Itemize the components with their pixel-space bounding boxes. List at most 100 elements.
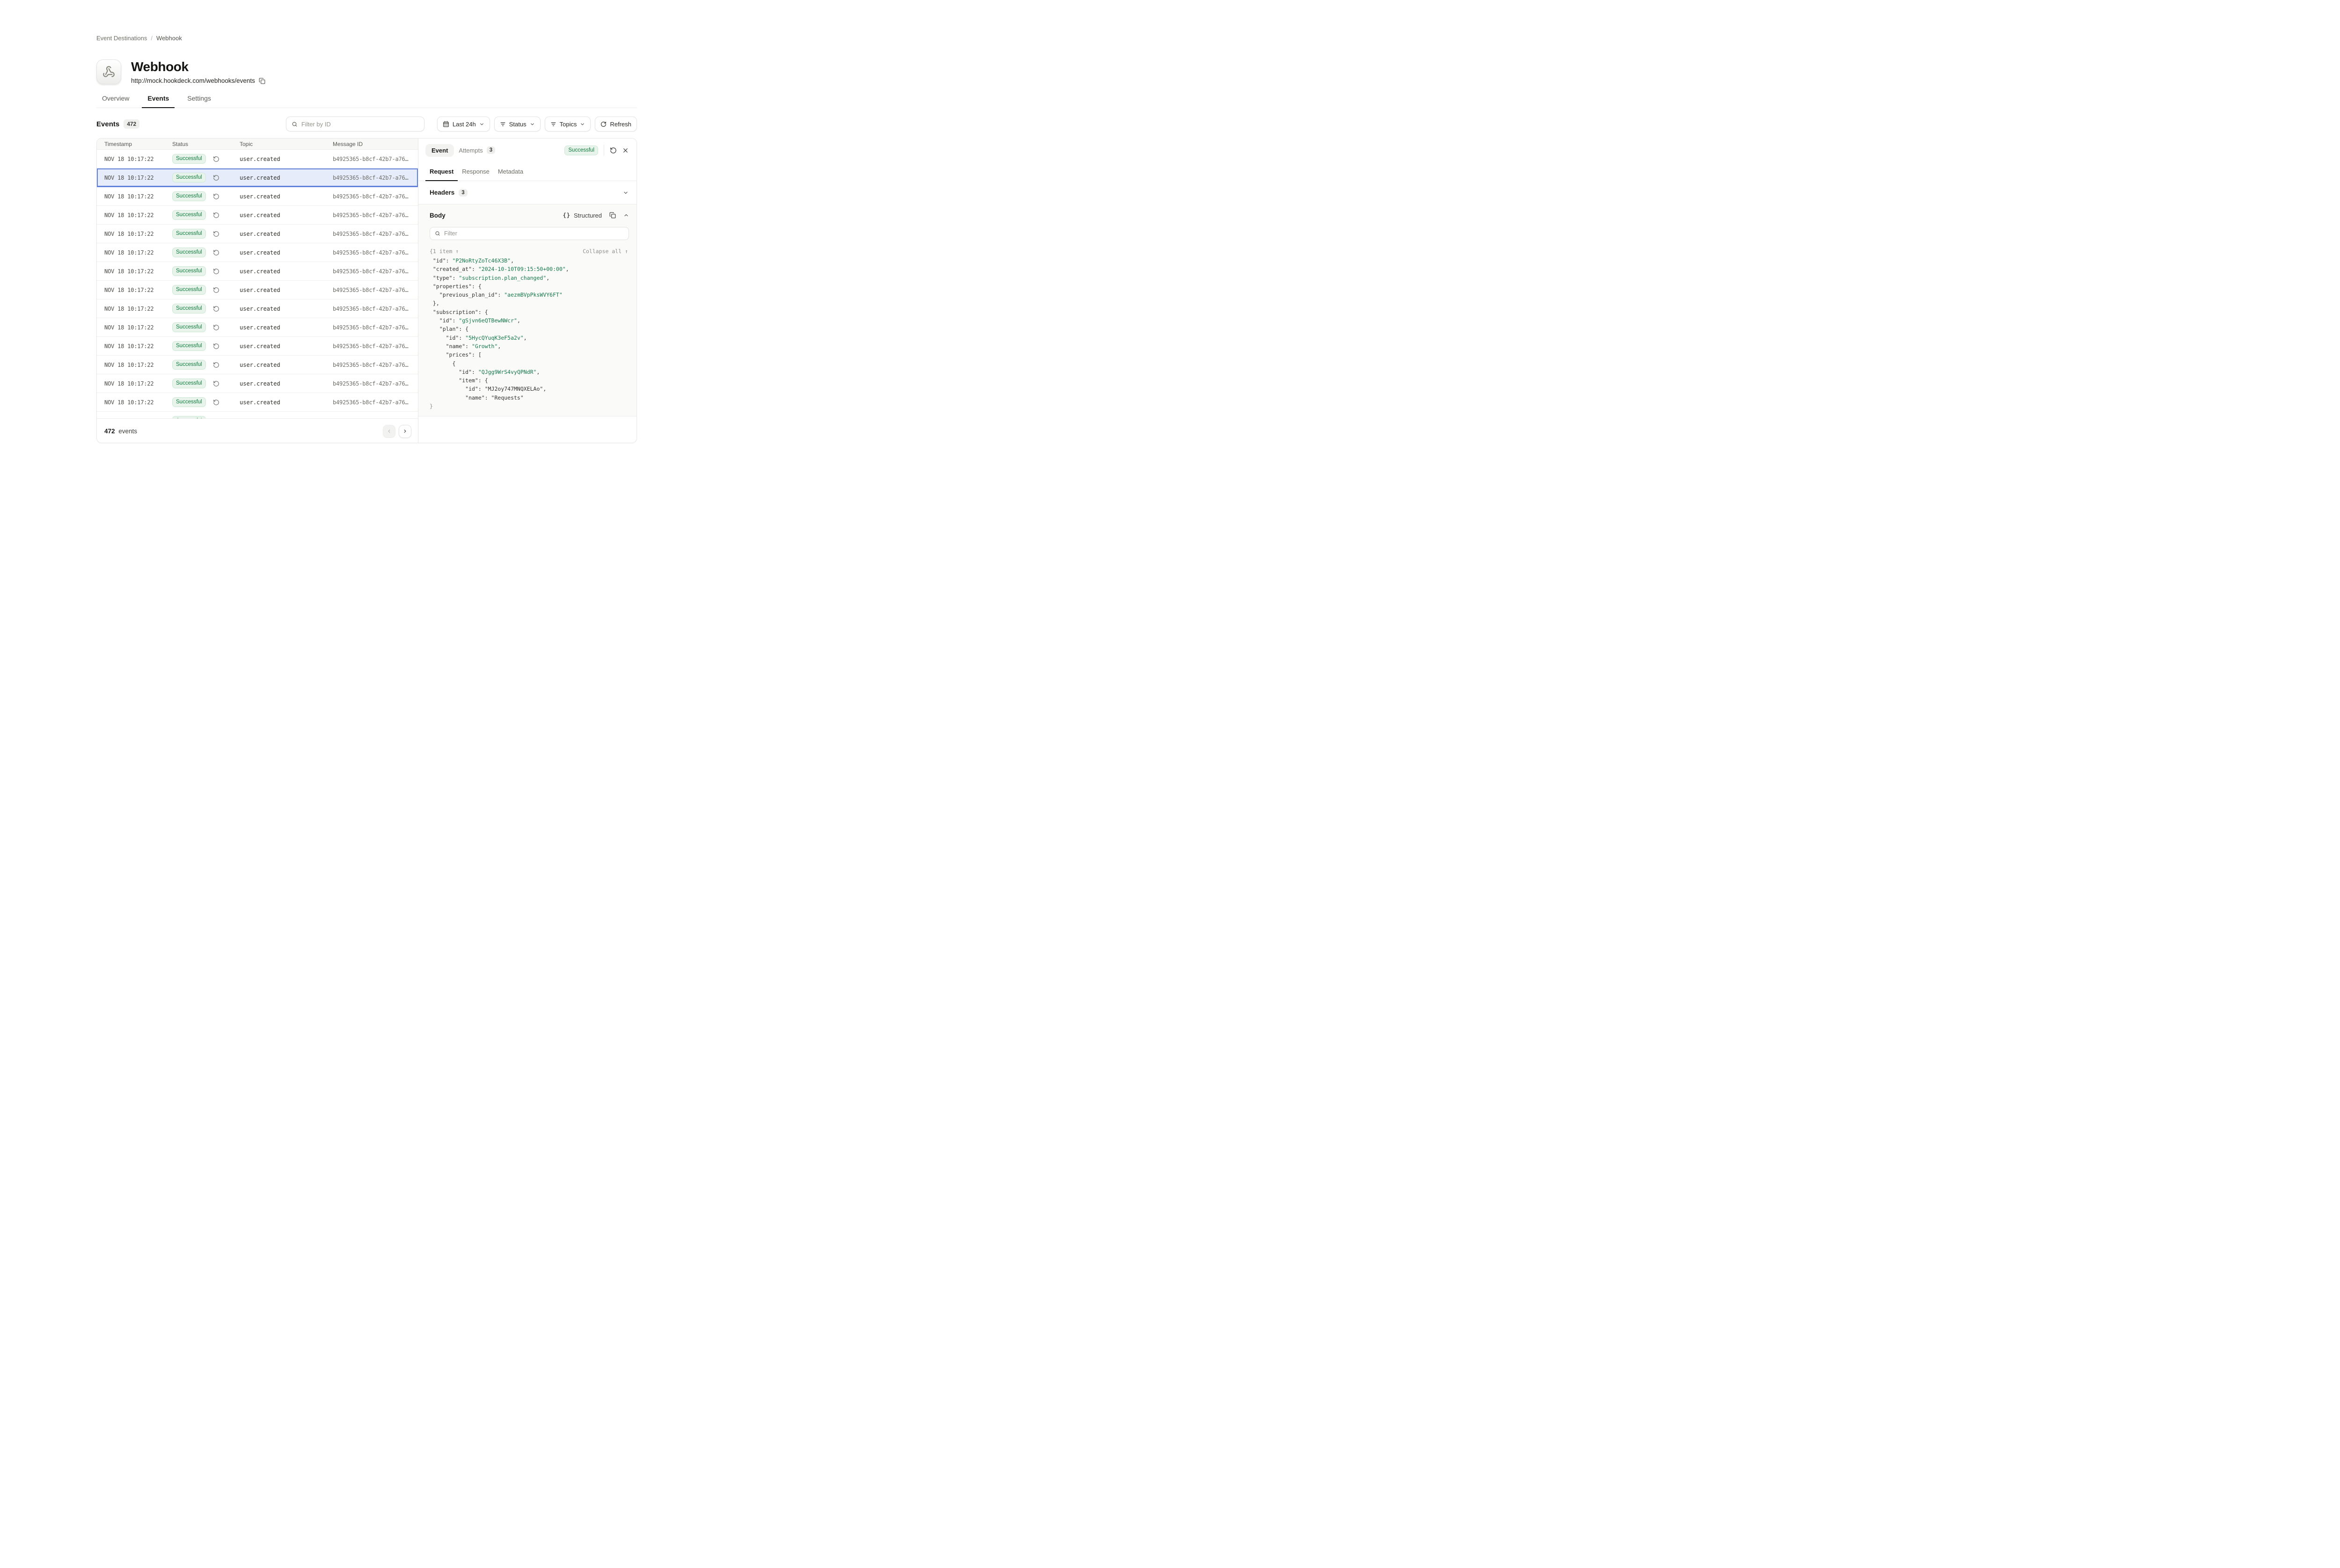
event-message-id: b4925365-b8cf-42b7-a76…	[333, 306, 418, 312]
status-badge: Successful	[172, 341, 206, 351]
event-row[interactable]: NOV 18 10:17:22Successfuluser.createdb49…	[97, 187, 418, 206]
close-icon	[622, 147, 629, 153]
previous-page-button[interactable]	[383, 425, 395, 438]
event-row[interactable]: NOV 18 10:17:22Successfuluser.createdb49…	[97, 318, 418, 337]
event-status-cell: Successful	[172, 229, 240, 239]
tab-settings[interactable]: Settings	[182, 95, 217, 108]
collapse-all-button[interactable]: Collapse all ↑	[583, 248, 629, 255]
body-filter-input[interactable]	[444, 230, 624, 237]
event-timestamp: NOV 18 10:17:22	[104, 324, 172, 331]
event-row[interactable]: NOV 18 10:17:22Successfuluser.createdb49…	[97, 262, 418, 281]
retry-row-button[interactable]	[213, 249, 219, 256]
search-input[interactable]	[301, 121, 419, 128]
event-view-button[interactable]: Event	[425, 144, 454, 157]
chevron-left-icon	[387, 429, 392, 434]
topics-filter-button[interactable]: Topics	[545, 117, 591, 131]
retry-row-button[interactable]	[213, 380, 219, 387]
breadcrumb-parent-link[interactable]: Event Destinations	[96, 35, 147, 42]
tab-overview[interactable]: Overview	[96, 95, 135, 108]
event-row[interactable]: NOV 18 10:17:22Successfuluser.createdb49…	[97, 299, 418, 318]
headers-section-toggle[interactable]: Headers 3	[418, 181, 636, 204]
tab-request[interactable]: Request	[425, 168, 458, 181]
event-topic: user.created	[240, 193, 333, 200]
event-message-id: b4925365-b8cf-42b7-a76…	[333, 343, 418, 350]
json-line: "name": "Growth",	[430, 342, 629, 350]
filter-by-id-search[interactable]	[286, 117, 424, 131]
event-row[interactable]: NOV 18 10:17:22Successfuluser.createdb49…	[97, 281, 418, 299]
event-topic: user.created	[240, 399, 333, 406]
tab-metadata[interactable]: Metadata	[494, 168, 527, 181]
event-row[interactable]: NOV 18 10:17:22Successfuluser.createdb49…	[97, 206, 418, 225]
event-row[interactable]: NOV 18 10:17:22Successfuluser.createdb49…	[97, 412, 418, 418]
webhook-events-page: { "colors": { "accent_blue": "#6181da", …	[0, 0, 734, 474]
refresh-button[interactable]: Refresh	[595, 117, 637, 131]
retry-row-button[interactable]	[213, 362, 219, 368]
event-detail-panel: Event Attempts 3 Successful	[418, 139, 636, 443]
retry-row-button[interactable]	[213, 231, 219, 237]
copy-url-button[interactable]	[259, 78, 265, 84]
json-line: "id": "QJgg9WrS4vyQPNdR",	[430, 368, 629, 376]
event-status-cell: Successful	[172, 379, 240, 388]
event-row[interactable]: NOV 18 10:17:22Successfuluser.createdb49…	[97, 374, 418, 393]
status-badge: Successful	[172, 191, 206, 201]
retry-row-button[interactable]	[213, 287, 219, 293]
retry-row-button[interactable]	[213, 306, 219, 312]
event-status-cell: Successful	[172, 266, 240, 276]
retry-row-button[interactable]	[213, 156, 219, 162]
status-badge: Successful	[172, 210, 206, 220]
event-row[interactable]: NOV 18 10:17:22Successfuluser.createdb49…	[97, 393, 418, 412]
retry-row-button[interactable]	[213, 212, 219, 219]
events-toolbar: Events 472 Last 24h	[96, 117, 637, 131]
json-line: "id": "5HycQYuqK3eF5a2v",	[430, 334, 629, 342]
status-badge: Successful	[172, 173, 206, 182]
json-line: "prices": [	[430, 350, 629, 359]
chevron-up-icon	[623, 212, 629, 218]
retry-row-button[interactable]	[213, 399, 219, 406]
tab-response[interactable]: Response	[458, 168, 494, 181]
retry-icon	[213, 287, 219, 293]
pagination	[383, 425, 411, 438]
attempts-view-button[interactable]: Attempts 3	[459, 146, 495, 154]
event-row[interactable]: NOV 18 10:17:22Successfuluser.createdb49…	[97, 243, 418, 262]
events-total: 472 events	[104, 428, 137, 435]
copy-icon	[609, 212, 616, 219]
time-filter-button[interactable]: Last 24h	[437, 117, 490, 131]
retry-row-button[interactable]	[213, 324, 219, 331]
structured-view-toggle[interactable]: {} Structured	[563, 212, 602, 219]
event-message-id: b4925365-b8cf-42b7-a76…	[333, 268, 418, 275]
retry-row-button[interactable]	[213, 175, 219, 181]
retry-row-button[interactable]	[213, 343, 219, 350]
page-header: Webhook http://mock.hookdeck.com/webhook…	[96, 59, 265, 84]
status-filter-button[interactable]: Status	[494, 117, 541, 131]
event-status-cell: Successful	[172, 285, 240, 295]
close-panel-button[interactable]	[622, 147, 629, 153]
retry-icon	[213, 306, 219, 312]
retry-row-button[interactable]	[213, 193, 219, 200]
column-header-topic: Topic	[240, 141, 333, 147]
column-header-message-id: Message ID	[333, 141, 418, 147]
event-status-cell: Successful	[172, 360, 240, 370]
retry-event-button[interactable]	[610, 147, 617, 154]
event-row[interactable]: NOV 18 10:17:22Successfuluser.createdb49…	[97, 337, 418, 356]
json-line: "name": "Requests"	[430, 394, 629, 402]
chevron-down-icon	[479, 122, 484, 127]
filter-icon	[550, 121, 556, 127]
event-row[interactable]: NOV 18 10:17:22Successfuluser.createdb49…	[97, 168, 418, 187]
events-card: Timestamp Status Topic Message ID NOV 18…	[96, 138, 637, 443]
collapse-body-button[interactable]	[623, 212, 629, 218]
status-badge: Successful	[172, 285, 206, 295]
json-line: "id": "MJ2oy747MNQXELAo",	[430, 385, 629, 393]
retry-icon	[213, 175, 219, 181]
next-page-button[interactable]	[399, 425, 411, 438]
event-row[interactable]: NOV 18 10:17:22Successfuluser.createdb49…	[97, 356, 418, 374]
tab-events[interactable]: Events	[142, 95, 175, 108]
column-header-status: Status	[172, 141, 240, 147]
body-filter-box[interactable]	[430, 227, 629, 240]
event-timestamp: NOV 18 10:17:22	[104, 306, 172, 312]
json-root-summary[interactable]: {1 item ↑	[430, 248, 459, 255]
event-row[interactable]: NOV 18 10:17:22Successfuluser.createdb49…	[97, 150, 418, 168]
copy-body-button[interactable]	[609, 212, 616, 219]
retry-row-button[interactable]	[213, 268, 219, 275]
json-line: }	[430, 402, 629, 410]
event-row[interactable]: NOV 18 10:17:22Successfuluser.createdb49…	[97, 225, 418, 243]
